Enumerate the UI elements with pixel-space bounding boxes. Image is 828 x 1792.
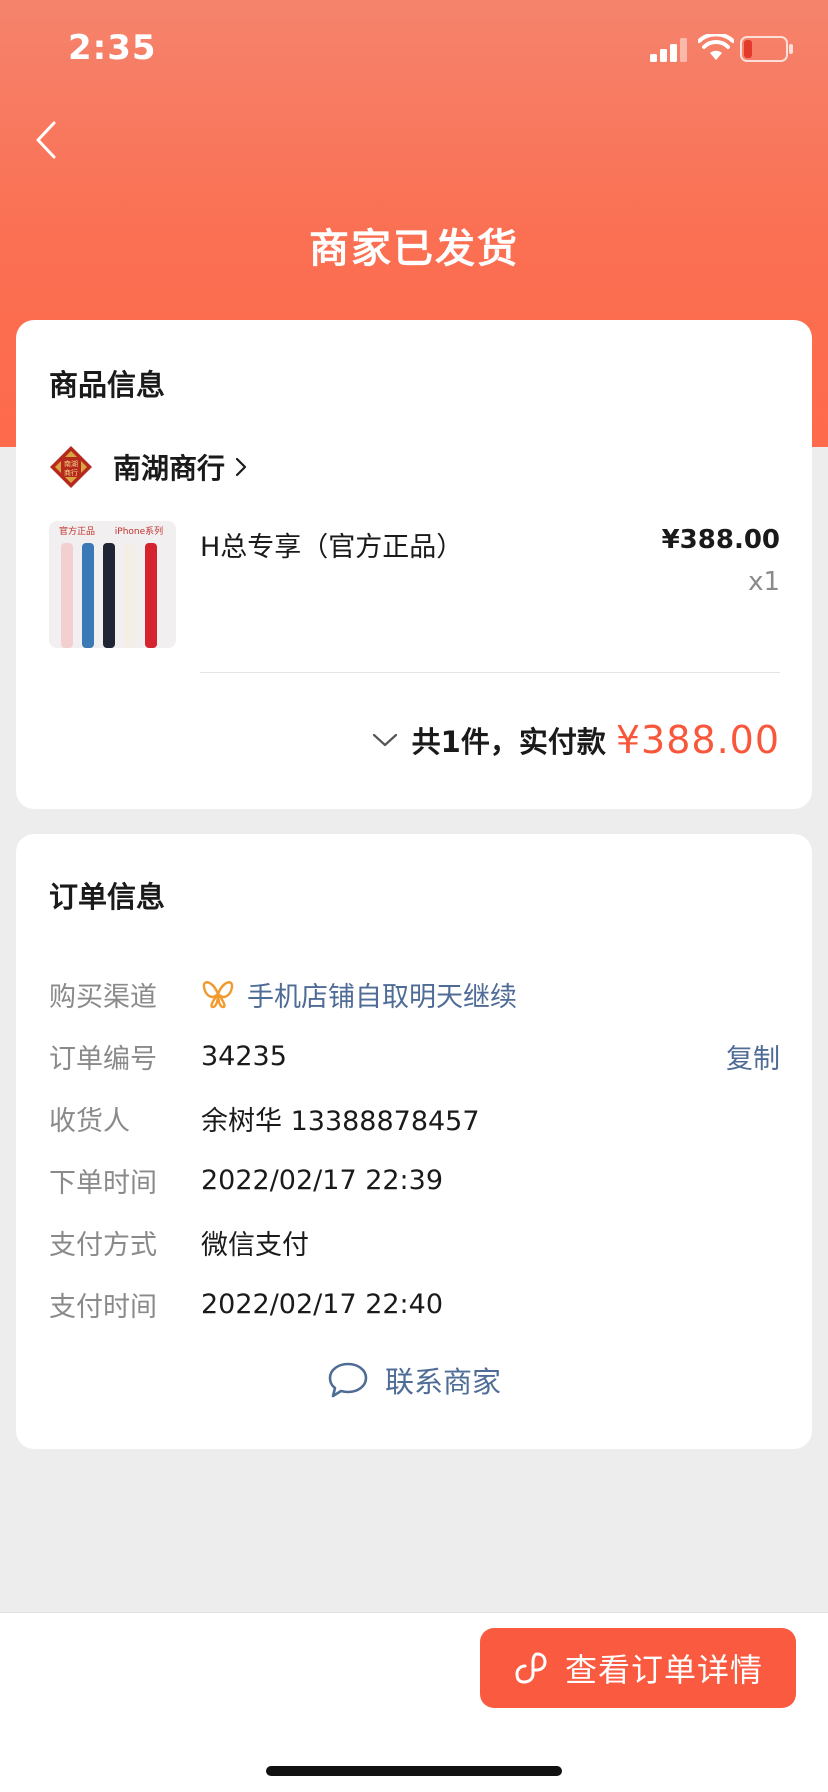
product-quantity: x1 xyxy=(748,567,780,597)
shop-link[interactable]: 南湖 商行 南湖商行 xyxy=(49,442,249,492)
recipient-label: 收货人 xyxy=(49,1105,130,1137)
order-info-title: 订单信息 xyxy=(49,880,166,914)
order-row-payment-method: 支付方式 微信支付 xyxy=(49,1222,780,1262)
channel-value[interactable]: 手机店铺自取明天继续 xyxy=(201,975,780,1014)
shop-logo: 南湖 商行 xyxy=(50,446,92,488)
product-name[interactable]: H总专享（官方正品） xyxy=(200,525,463,564)
shop-name: 南湖商行 xyxy=(113,452,226,485)
order-row-payment-time: 支付时间 2022/02/17 22:40 xyxy=(49,1284,780,1324)
page-title: 商家已发货 xyxy=(309,226,519,272)
channel-text: 手机店铺自取明天继续 xyxy=(247,981,517,1013)
battery-icon xyxy=(740,36,793,62)
payment-method-label: 支付方式 xyxy=(49,1229,157,1261)
copy-button[interactable]: 复制 xyxy=(726,1037,780,1076)
contact-merchant-button[interactable]: 联系商家 xyxy=(16,1356,812,1404)
total-amount: ¥388.00 xyxy=(615,718,780,762)
total-row[interactable]: 共1件，实付款 ¥388.00 xyxy=(372,714,780,766)
view-order-details-label: 查看订单详情 xyxy=(564,1651,763,1689)
order-row-order-time: 下单时间 2022/02/17 22:39 xyxy=(49,1160,780,1200)
image-label-official: 官方正品 xyxy=(59,525,95,537)
order-number-label: 订单编号 xyxy=(49,1043,157,1075)
order-info-card: 订单信息 购买渠道 手机店铺自取明天继续 订单编号 34235 复制 收货人 余… xyxy=(16,834,812,1449)
order-time-label: 下单时间 xyxy=(49,1167,157,1199)
status-bar: 2:35 xyxy=(0,0,828,100)
order-time-value: 2022/02/17 22:39 xyxy=(201,1164,444,1196)
image-label-iphone: iPhone系列 xyxy=(115,525,163,537)
signal-icon xyxy=(650,38,687,62)
back-icon xyxy=(36,121,56,159)
product-info-title: 商品信息 xyxy=(49,368,166,402)
product-image[interactable]: 官方正品 iPhone系列 xyxy=(49,521,176,648)
back-button[interactable] xyxy=(26,116,66,164)
order-row-channel: 购买渠道 手机店铺自取明天继续 xyxy=(49,974,780,1014)
contact-merchant-label: 联系商家 xyxy=(384,1365,501,1399)
home-indicator xyxy=(266,1766,562,1776)
wifi-icon xyxy=(698,34,734,60)
channel-label: 购买渠道 xyxy=(49,981,157,1013)
divider xyxy=(200,672,780,673)
shop-logo-text-bottom: 商行 xyxy=(64,468,78,477)
product-price: ¥388.00 xyxy=(661,525,780,555)
chevron-down-icon xyxy=(372,733,397,747)
order-number-value: 34235 xyxy=(201,1040,287,1072)
view-order-details-button[interactable]: 查看订单详情 xyxy=(480,1628,796,1708)
order-row-number: 订单编号 34235 复制 xyxy=(49,1036,780,1076)
link-icon xyxy=(515,1652,547,1684)
product-info-card: 商品信息 南湖 商行 南湖商行 官方正品 iPhone系列 H总专享（官方正品）… xyxy=(16,320,812,809)
total-label: 共1件，实付款 xyxy=(411,725,606,759)
chat-bubble-icon xyxy=(328,1362,368,1398)
payment-method-value: 微信支付 xyxy=(201,1229,309,1261)
chevron-right-icon xyxy=(235,457,247,477)
shop-logo-text-top: 南湖 xyxy=(64,459,78,468)
status-time: 2:35 xyxy=(68,28,157,68)
recipient-value: 余树华 13388878457 xyxy=(201,1105,480,1137)
order-row-recipient: 收货人 余树华 13388878457 xyxy=(49,1098,780,1138)
bottom-bar: 查看订单详情 xyxy=(0,1612,828,1792)
butterfly-icon xyxy=(202,981,234,1009)
payment-time-value: 2022/02/17 22:40 xyxy=(201,1288,444,1320)
phone-lineup-image: 官方正品 iPhone系列 xyxy=(49,521,176,648)
payment-time-label: 支付时间 xyxy=(49,1291,157,1323)
